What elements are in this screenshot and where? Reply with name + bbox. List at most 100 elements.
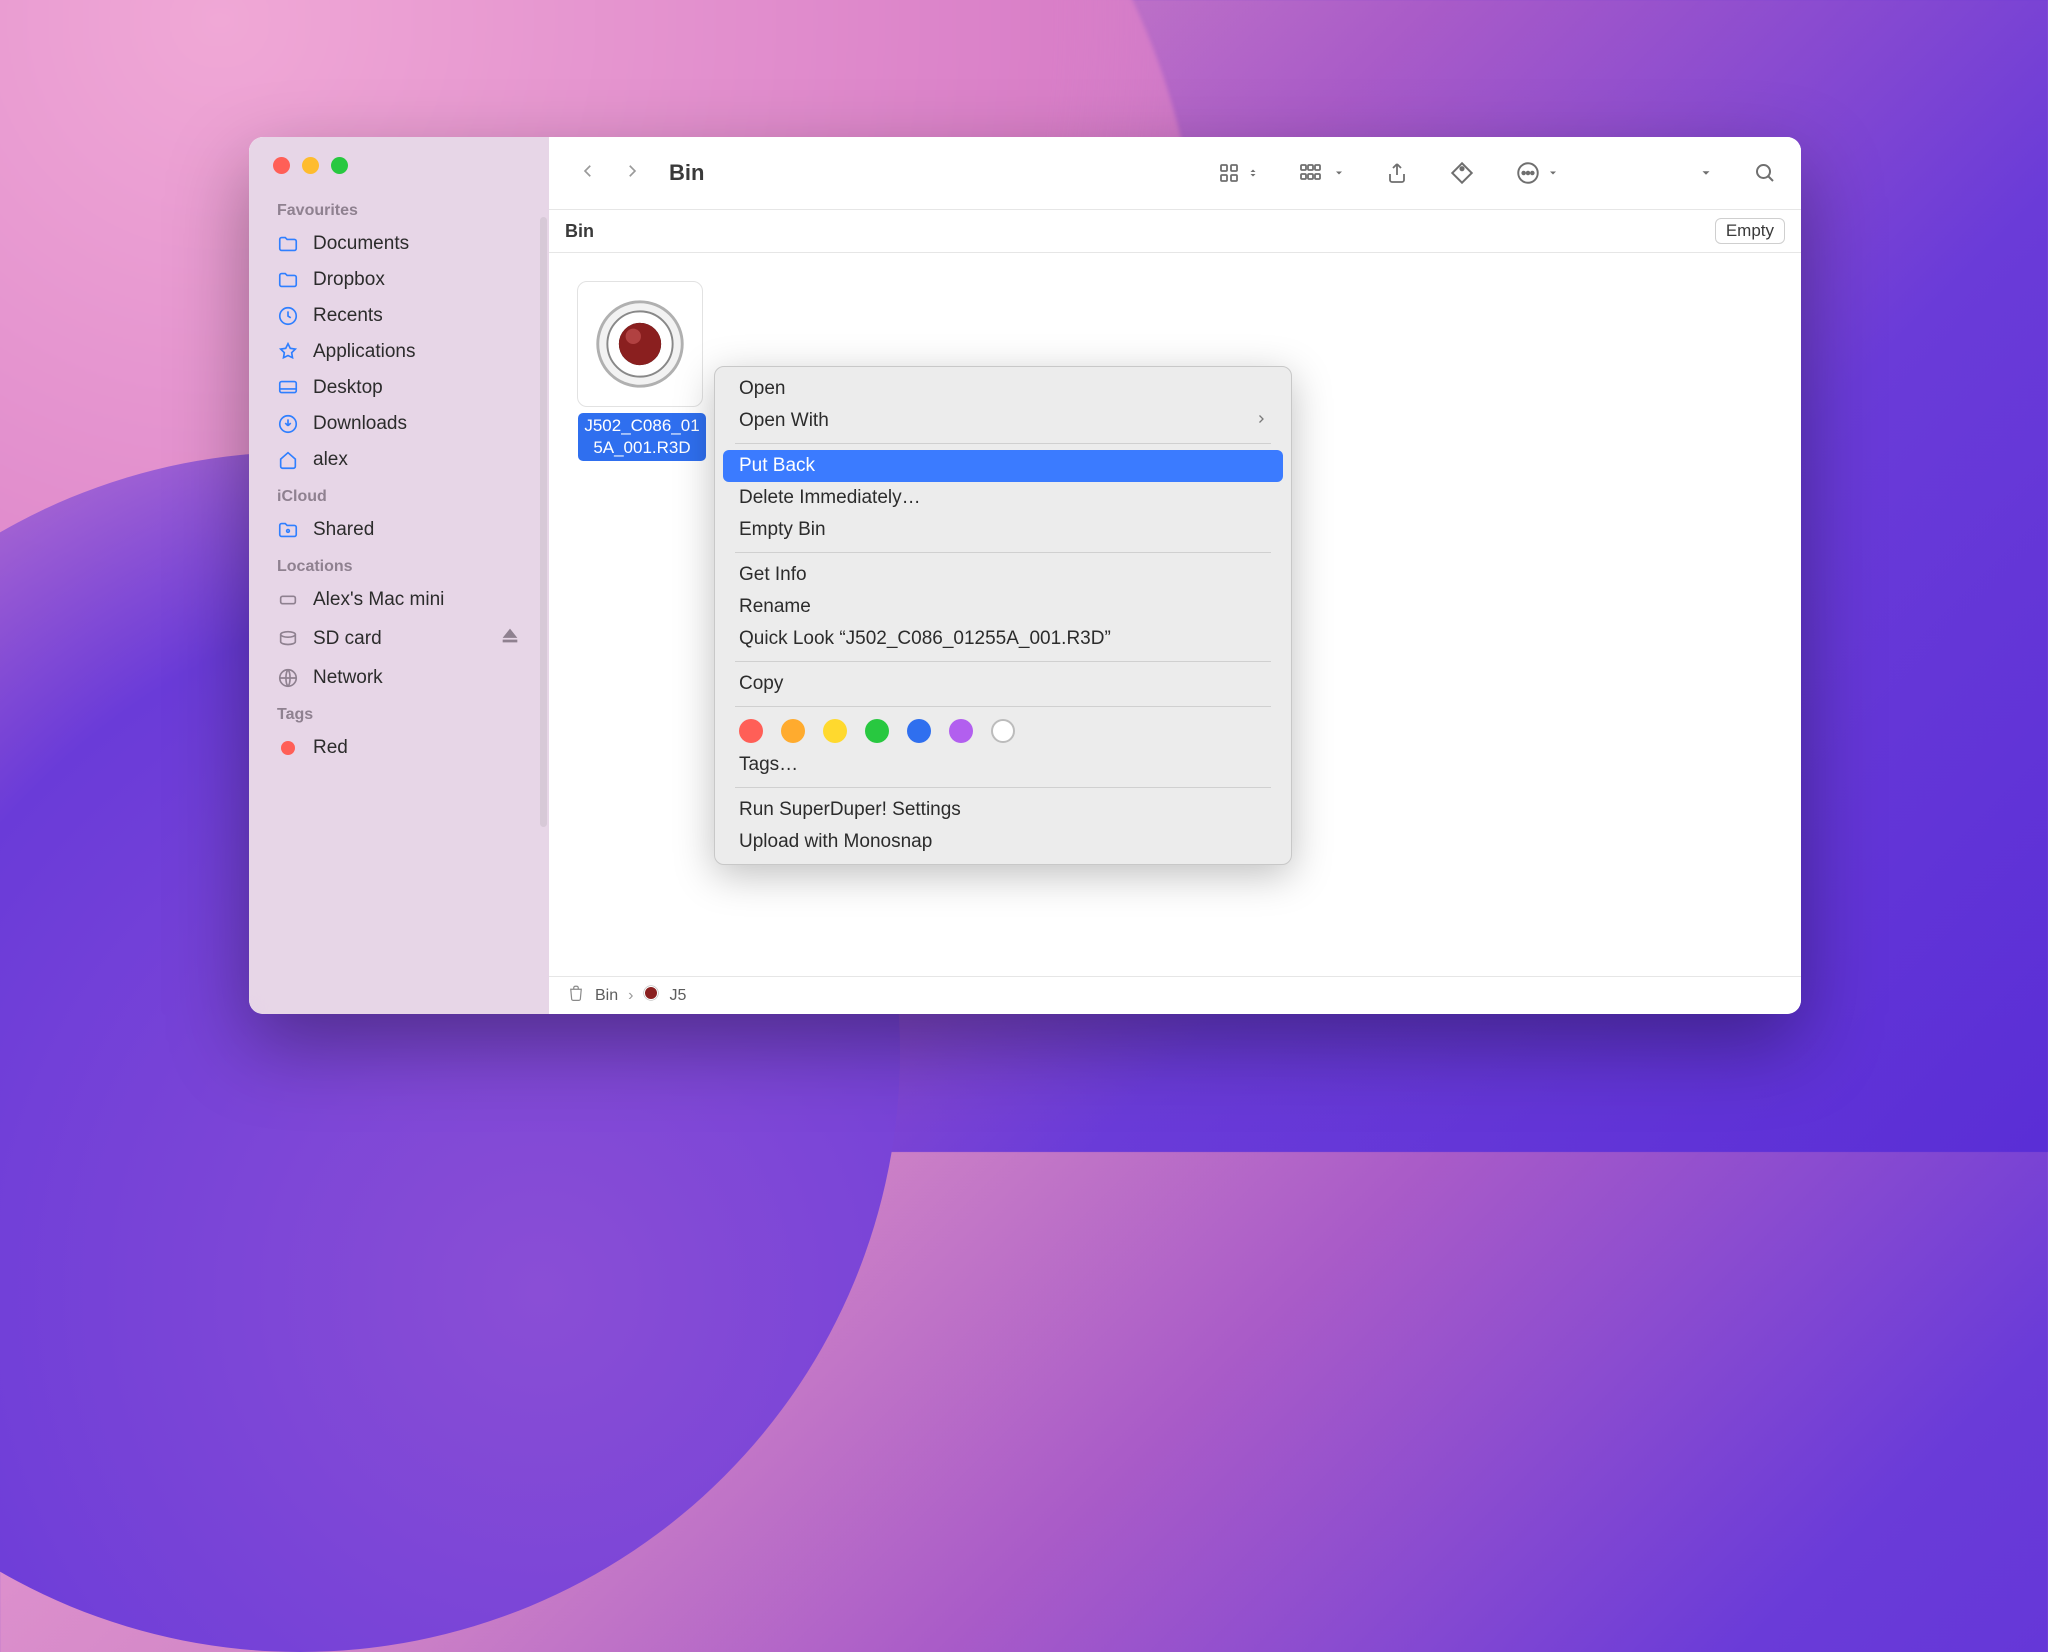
traffic-lights <box>249 151 549 192</box>
sidebar-item-label: Desktop <box>313 377 383 399</box>
forward-button[interactable] <box>623 158 641 189</box>
toolbar: Bin <box>549 137 1801 210</box>
sidebar-item-label: Network <box>313 667 383 689</box>
context-menu-separator <box>735 787 1271 788</box>
red-file-icon <box>592 296 688 392</box>
toolbar-overflow-button[interactable] <box>1699 166 1713 180</box>
desktop-icon <box>277 377 299 399</box>
context-menu: Open Open With Put Back Delete Immediate… <box>714 366 1292 865</box>
sidebar-item-downloads[interactable]: Downloads <box>249 406 549 442</box>
globe-icon <box>277 667 299 689</box>
sidebar-item-mac-mini[interactable]: Alex's Mac mini <box>249 582 549 618</box>
context-menu-separator <box>735 661 1271 662</box>
chevron-down-icon <box>1333 167 1345 179</box>
file-item[interactable]: J502_C086_01 5A_001.R3D <box>577 281 707 461</box>
sidebar-item-tag-red[interactable]: Red <box>249 730 549 766</box>
share-button[interactable] <box>1385 160 1409 186</box>
sidebar-item-desktop[interactable]: Desktop <box>249 370 549 406</box>
context-menu-separator <box>735 706 1271 707</box>
context-menu-put-back[interactable]: Put Back <box>723 450 1283 482</box>
chevron-right-icon <box>1255 410 1267 432</box>
clock-icon <box>277 305 299 327</box>
sidebar-item-documents[interactable]: Documents <box>249 226 549 262</box>
context-menu-separator <box>735 552 1271 553</box>
tag-color-dot[interactable] <box>949 719 973 743</box>
tag-red-icon <box>277 737 299 759</box>
pathbar-bin[interactable]: Bin <box>595 987 618 1005</box>
sidebar-item-label: Red <box>313 737 348 759</box>
group-by-button[interactable] <box>1299 161 1345 185</box>
tag-color-dot[interactable] <box>865 719 889 743</box>
sidebar-section-tags: Tags <box>249 696 549 730</box>
sidebar-item-label: Recents <box>313 305 383 327</box>
close-window-button[interactable] <box>273 157 290 174</box>
sidebar-item-label: Dropbox <box>313 269 385 291</box>
file-thumbnail <box>577 281 703 407</box>
chevron-right-icon: › <box>628 987 633 1005</box>
sidebar-item-label: Downloads <box>313 413 407 435</box>
sidebar-item-shared[interactable]: Shared <box>249 512 549 548</box>
context-menu-open[interactable]: Open <box>715 373 1291 405</box>
sidebar-section-locations: Locations <box>249 548 549 582</box>
disk-icon <box>277 628 299 650</box>
context-menu-open-with[interactable]: Open With <box>715 405 1291 437</box>
search-button[interactable] <box>1753 161 1777 185</box>
context-menu-separator <box>735 443 1271 444</box>
tag-color-dot[interactable] <box>823 719 847 743</box>
fullscreen-window-button[interactable] <box>331 157 348 174</box>
sidebar-section-favourites: Favourites <box>249 192 549 226</box>
minimize-window-button[interactable] <box>302 157 319 174</box>
context-menu-tag-colors <box>715 713 1291 749</box>
chevron-updown-icon <box>1247 161 1259 185</box>
pathbar-file[interactable]: J5 <box>669 987 686 1005</box>
sidebar-item-label: alex <box>313 449 348 471</box>
tag-color-none[interactable] <box>991 719 1015 743</box>
sidebar-item-network[interactable]: Network <box>249 660 549 696</box>
sidebar-item-label: Applications <box>313 341 415 363</box>
context-menu-tags[interactable]: Tags… <box>715 749 1291 781</box>
home-icon <box>277 449 299 471</box>
context-menu-delete-immediately[interactable]: Delete Immediately… <box>715 482 1291 514</box>
computer-icon <box>277 589 299 611</box>
file-name-label: J502_C086_01 5A_001.R3D <box>578 413 705 461</box>
tag-color-dot[interactable] <box>739 719 763 743</box>
sidebar-section-icloud: iCloud <box>249 478 549 512</box>
window-title: Bin <box>669 160 704 186</box>
folder-icon <box>277 233 299 255</box>
tag-color-dot[interactable] <box>907 719 931 743</box>
back-button[interactable] <box>579 158 597 189</box>
sidebar-item-dropbox[interactable]: Dropbox <box>249 262 549 298</box>
tag-color-dot[interactable] <box>781 719 805 743</box>
sidebar-item-label: Alex's Mac mini <box>313 589 444 611</box>
sidebar: Favourites Documents Dropbox Recents App… <box>249 137 549 1014</box>
context-menu-rename[interactable]: Rename <box>715 591 1291 623</box>
tags-button[interactable] <box>1449 160 1475 186</box>
view-icon-grid-button[interactable] <box>1217 161 1259 185</box>
eject-icon[interactable] <box>499 625 521 653</box>
path-bar: Bin › J5 <box>549 976 1801 1014</box>
sidebar-item-recents[interactable]: Recents <box>249 298 549 334</box>
sidebar-item-label: Shared <box>313 519 374 541</box>
sidebar-item-sd-card[interactable]: SD card <box>249 618 549 660</box>
red-file-small-icon <box>643 985 659 1006</box>
location-header: Bin Empty <box>549 210 1801 253</box>
sidebar-item-label: Documents <box>313 233 409 255</box>
context-menu-get-info[interactable]: Get Info <box>715 559 1291 591</box>
trash-icon <box>567 984 585 1007</box>
sidebar-scrollbar[interactable] <box>540 217 547 827</box>
folder-icon <box>277 269 299 291</box>
shared-folder-icon <box>277 519 299 541</box>
context-menu-empty-bin[interactable]: Empty Bin <box>715 514 1291 546</box>
more-actions-button[interactable] <box>1515 160 1559 186</box>
sidebar-item-label: SD card <box>313 628 382 650</box>
context-menu-copy[interactable]: Copy <box>715 668 1291 700</box>
sidebar-item-home[interactable]: alex <box>249 442 549 478</box>
sidebar-item-applications[interactable]: Applications <box>249 334 549 370</box>
context-menu-superduper[interactable]: Run SuperDuper! Settings <box>715 794 1291 826</box>
chevron-down-icon <box>1547 167 1559 179</box>
context-menu-quick-look[interactable]: Quick Look “J502_C086_01255A_001.R3D” <box>715 623 1291 655</box>
context-menu-monosnap[interactable]: Upload with Monosnap <box>715 826 1291 858</box>
downloads-icon <box>277 413 299 435</box>
applications-icon <box>277 341 299 363</box>
empty-bin-button[interactable]: Empty <box>1715 218 1785 244</box>
